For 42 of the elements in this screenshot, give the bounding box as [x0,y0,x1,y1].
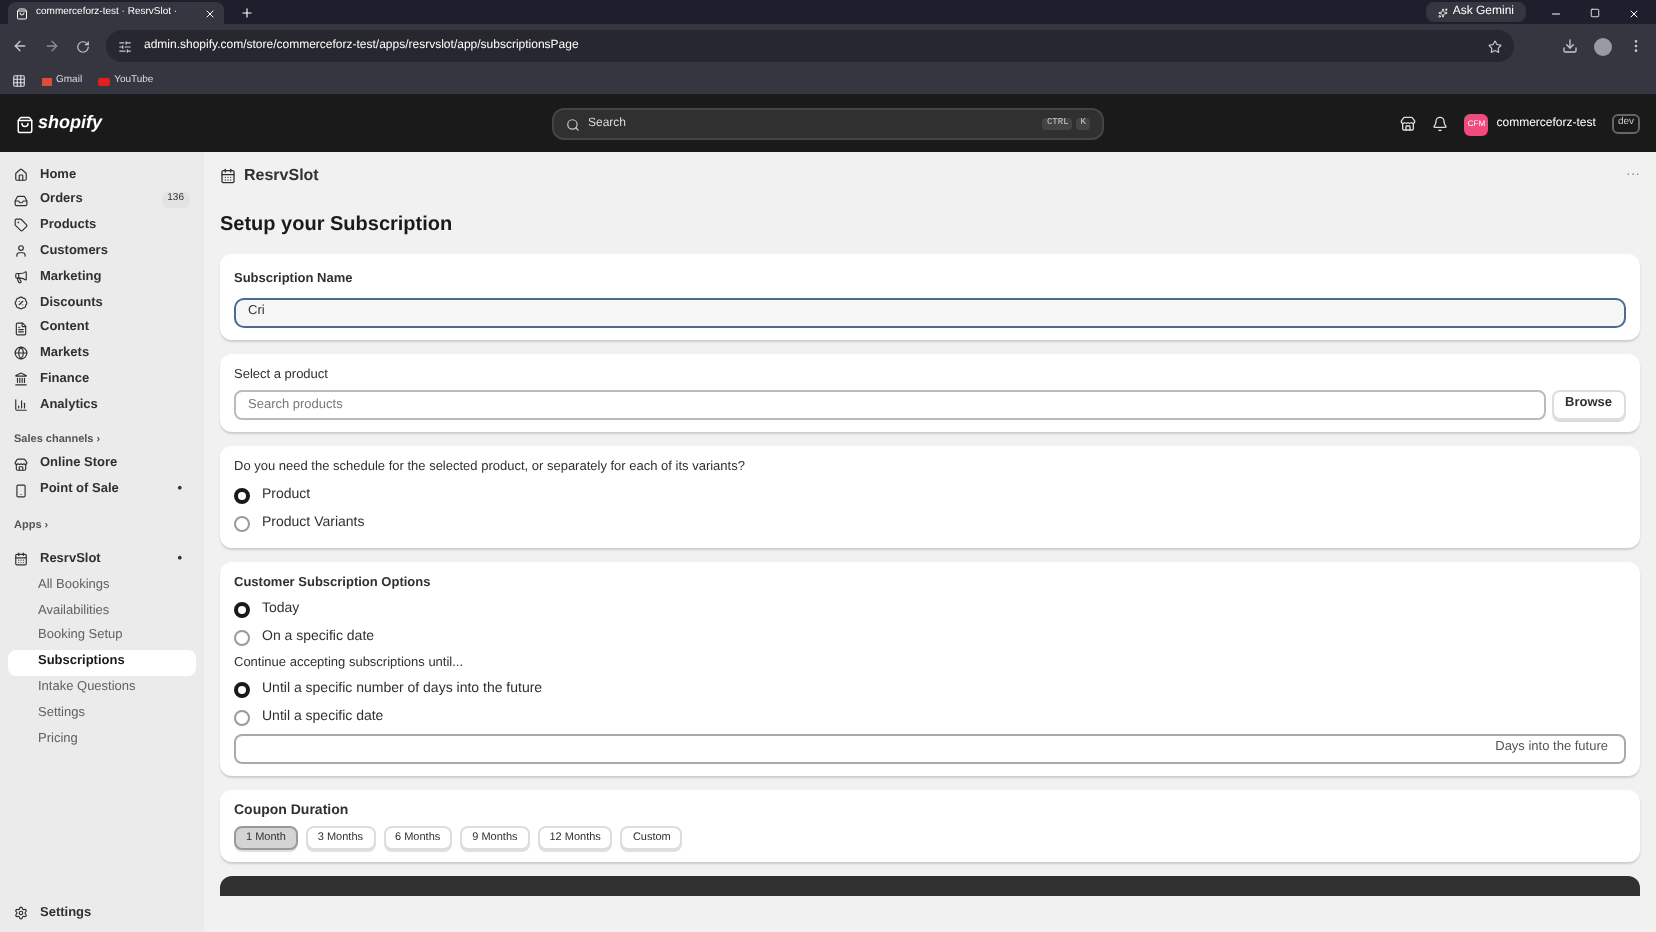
document-icon [14,321,28,336]
bell-icon[interactable] [1432,116,1449,132]
close-icon[interactable] [204,7,216,19]
shopify-logo[interactable]: shopify [16,110,296,138]
radio-button[interactable] [234,709,250,726]
globe-icon [14,346,28,361]
download-icon[interactable] [1562,38,1578,54]
bar-chart-icon [14,398,28,413]
sparkle-icon [1438,7,1449,17]
reload-icon[interactable] [76,39,90,53]
page-title: Setup your Subscription [220,212,455,240]
back-icon[interactable] [12,38,28,54]
radio-button[interactable] [234,602,250,618]
profile-avatar[interactable] [1594,37,1612,55]
store-icon[interactable] [1400,116,1417,132]
close-icon[interactable] [1628,8,1640,20]
megaphone-icon [14,270,28,285]
app-icon [220,168,236,184]
radio-button[interactable] [234,630,250,646]
radio-button[interactable] [234,516,250,533]
maximize-icon[interactable] [1590,8,1600,18]
radio-button[interactable] [234,681,250,698]
badge-icon [14,295,28,310]
person-icon [14,244,28,259]
minimize-icon[interactable] [1550,8,1562,20]
site-settings-icon[interactable] [118,39,132,53]
bookmark-star-icon[interactable] [1488,39,1502,53]
forward-icon[interactable] [44,38,60,54]
calendar-icon [14,552,28,567]
bank-icon [14,372,28,387]
home-icon [14,167,28,182]
apps-grid-icon[interactable] [12,74,26,88]
search-icon [566,117,580,131]
radio-button[interactable] [234,488,250,505]
tag-icon [14,218,28,233]
new-tab-icon[interactable] [240,6,254,20]
bag-icon [16,7,28,19]
app-title: ResrvSlot [244,164,319,188]
phone-icon [14,483,28,498]
settings-icon [14,906,28,921]
store-icon [14,457,28,472]
inbox-icon [14,193,28,208]
